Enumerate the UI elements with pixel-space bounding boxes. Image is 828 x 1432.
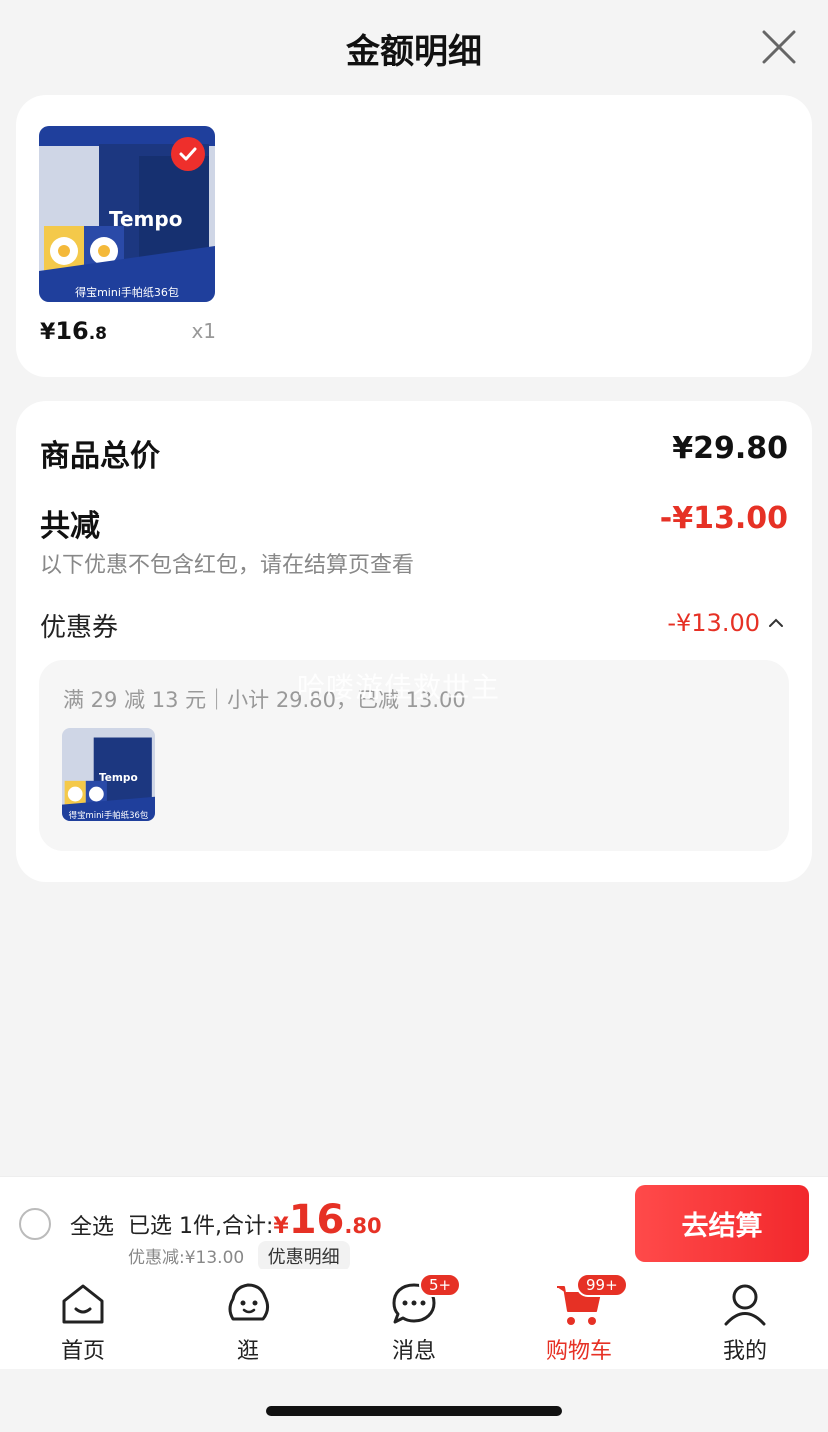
sheet-title: 金额明细 — [346, 32, 482, 72]
tab-messages[interactable]: 5+ 消息 — [349, 1273, 479, 1365]
coupon-detail-box: 满 29 减 13 元｜小计 29.80，已减 13.00 哈喽游佳救世主 Te… — [39, 660, 789, 851]
close-button[interactable] — [760, 28, 798, 66]
goods-total-label: 商品总价 — [40, 439, 160, 474]
total-integer: 16 — [288, 1197, 345, 1243]
profile-icon — [724, 1284, 766, 1326]
home-indicator — [266, 1406, 562, 1416]
home-icon — [62, 1284, 104, 1324]
product-price-row: ¥16.8 x1 — [40, 317, 216, 347]
coupon-value: -¥13.00 — [667, 609, 760, 637]
tissue-pack-thumb: Tempo 得宝mini手帕纸36包 — [62, 728, 155, 821]
sheet-header: 金额明细 — [0, 0, 828, 95]
svg-text:得宝mini手帕纸36包: 得宝mini手帕纸36包 — [69, 810, 149, 820]
tab-browse[interactable]: 逛 — [183, 1279, 313, 1365]
tab-profile[interactable]: 我的 — [680, 1279, 810, 1365]
price-decimal: .8 — [88, 324, 108, 344]
checkout-button[interactable]: 去结算 — [635, 1185, 809, 1262]
total-currency: ¥ — [273, 1214, 289, 1239]
select-all-label[interactable]: 全选 — [70, 1209, 114, 1241]
selected-check-icon[interactable] — [171, 137, 205, 171]
message-badge: 5+ — [419, 1273, 462, 1297]
discount-note: 以下优惠不包含红包，请在结算页查看 — [40, 553, 415, 578]
summary-prefix: 已选 1件,合计: — [128, 1214, 274, 1239]
close-icon — [762, 30, 796, 64]
tab-home-label: 首页 — [60, 1339, 105, 1364]
discount-text: 优惠减:¥13.00 — [128, 1248, 245, 1268]
chevron-up-icon — [769, 618, 783, 627]
browse-icon — [228, 1283, 270, 1321]
total-reduce-label: 共减 — [40, 509, 100, 544]
tab-messages-label: 消息 — [391, 1339, 436, 1364]
tab-profile-label: 我的 — [722, 1339, 767, 1364]
watermark-text: 哈喽游佳救世主 — [297, 671, 501, 704]
price-detail-button[interactable]: 优惠明细 — [257, 1241, 350, 1271]
checkout-bar: 全选 已选 1件,合计:¥16.80 优惠减:¥13.00 优惠明细 去结算 — [0, 1176, 828, 1271]
tab-cart[interactable]: 99+ 购物车 — [514, 1273, 644, 1365]
selected-summary: 已选 1件,合计:¥16.80 — [128, 1197, 382, 1243]
total-decimal: .80 — [344, 1214, 382, 1238]
svg-text:得宝mini手帕纸36包: 得宝mini手帕纸36包 — [75, 285, 179, 299]
price-integer: 16 — [55, 317, 89, 345]
price-detail-card: 商品总价 ¥29.80 共减 -¥13.00 以下优惠不包含红包，请在结算页查看… — [16, 401, 812, 882]
coupon-product-image[interactable]: Tempo 得宝mini手帕纸36包 — [62, 728, 155, 821]
product-quantity: x1 — [191, 319, 216, 343]
select-all-checkbox[interactable] — [19, 1208, 51, 1240]
tab-cart-label: 购物车 — [545, 1339, 612, 1364]
goods-total-value: ¥29.80 — [672, 431, 788, 466]
tab-home[interactable]: 首页 — [18, 1279, 148, 1365]
discount-summary: 优惠减:¥13.00 优惠明细 — [128, 1241, 350, 1271]
product-card: Tempo 得宝mini手帕纸36包 ¥16.8 x1 — [16, 95, 812, 377]
cart-badge: 99+ — [576, 1273, 628, 1297]
tab-bar: 首页 逛 5+ 消息 99+ 购物车 我的 — [0, 1269, 828, 1369]
coupon-label: 优惠券 — [40, 613, 119, 643]
tab-browse-label: 逛 — [236, 1339, 259, 1364]
coupon-toggle[interactable]: -¥13.00 — [667, 609, 784, 637]
price-currency: ¥ — [40, 320, 56, 345]
total-reduce-value: -¥13.00 — [659, 501, 788, 536]
